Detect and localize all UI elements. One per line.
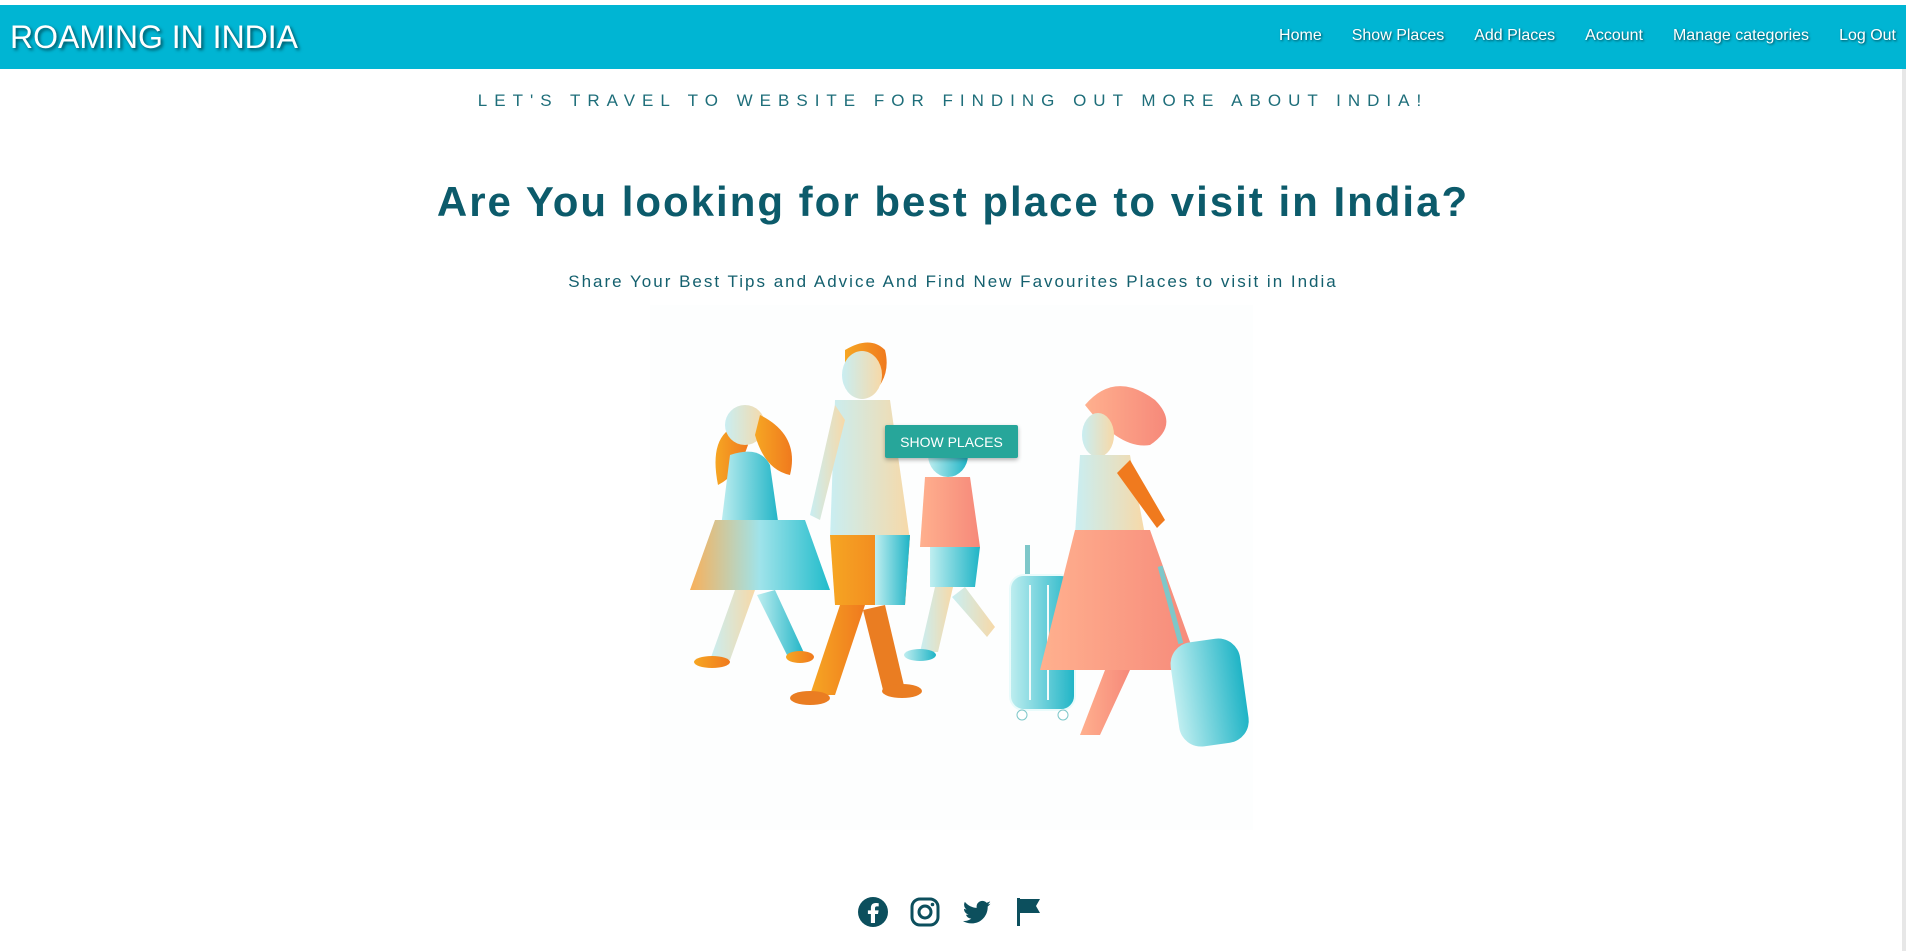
brand-logo[interactable]: ROAMING IN INDIA bbox=[10, 19, 298, 56]
social-links bbox=[857, 896, 1065, 928]
nav-manage-categories[interactable]: Manage categories bbox=[1673, 27, 1809, 45]
nav-home[interactable]: Home bbox=[1279, 27, 1322, 45]
flag-icon[interactable] bbox=[1013, 896, 1045, 928]
man-figure bbox=[790, 342, 922, 705]
facebook-icon[interactable] bbox=[857, 896, 889, 928]
nav-links: Home Show Places Add Places Account Mana… bbox=[1249, 27, 1896, 45]
family-travel-illustration bbox=[650, 305, 1253, 830]
nav-account[interactable]: Account bbox=[1585, 27, 1643, 45]
girl-figure bbox=[690, 405, 830, 668]
instagram-icon[interactable] bbox=[909, 896, 941, 928]
nav-log-out[interactable]: Log Out bbox=[1839, 27, 1896, 45]
nav-add-places[interactable]: Add Places bbox=[1474, 27, 1555, 45]
hero-headline: Are You looking for best place to visit … bbox=[436, 178, 1470, 225]
navbar: ROAMING IN INDIA Home Show Places Add Pl… bbox=[0, 5, 1906, 69]
boy-figure bbox=[904, 433, 995, 661]
nav-show-places[interactable]: Show Places bbox=[1352, 27, 1445, 45]
hero-tagline: LET'S TRAVEL TO WEBSITE FOR FINDING OUT … bbox=[477, 91, 1429, 110]
show-places-button[interactable]: SHOW PLACES bbox=[885, 425, 1018, 458]
twitter-icon[interactable] bbox=[961, 896, 993, 928]
hero-subheadline: Share Your Best Tips and Advice And Find… bbox=[568, 272, 1338, 291]
